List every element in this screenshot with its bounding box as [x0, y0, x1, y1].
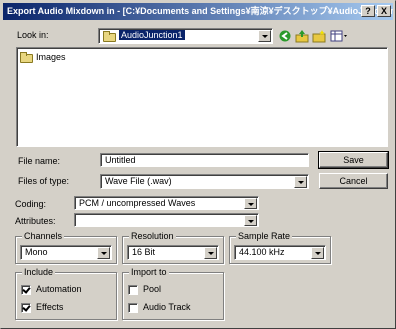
- title-bar: Export Audio Mixdown in - [C:¥Documents …: [3, 3, 393, 20]
- effects-label: Effects: [36, 302, 64, 312]
- chevron-down-icon[interactable]: [258, 30, 271, 42]
- include-group: Include Automation Effects: [15, 267, 117, 320]
- audio-track-label: Audio Track: [143, 302, 191, 312]
- back-icon[interactable]: [278, 29, 292, 43]
- chevron-down-icon[interactable]: [244, 198, 257, 209]
- save-button[interactable]: Save: [318, 151, 389, 169]
- import-to-title: Import to: [129, 267, 169, 277]
- file-name-value: Untitled: [105, 155, 136, 165]
- sample-rate-group: Sample Rate 44.100 kHz: [229, 231, 331, 264]
- window-title: Export Audio Mixdown in - [C:¥Documents …: [7, 6, 393, 16]
- resolution-value: 16 Bit: [132, 247, 156, 257]
- checkbox-checked-icon[interactable]: [21, 285, 31, 295]
- list-item-label: Images: [36, 52, 66, 62]
- coding-label: Coding:: [15, 199, 47, 209]
- export-dialog: Export Audio Mixdown in - [C:¥Documents …: [0, 0, 396, 329]
- channels-group: Channels Mono: [15, 231, 117, 264]
- automation-label: Automation: [36, 284, 82, 294]
- file-type-label: Files of type:: [18, 176, 70, 186]
- include-title: Include: [22, 267, 56, 277]
- chevron-down-icon[interactable]: [311, 247, 324, 259]
- checkbox-icon[interactable]: [128, 285, 138, 295]
- import-to-group: Import to Pool Audio Track: [122, 267, 224, 320]
- file-name-input[interactable]: Untitled: [100, 153, 309, 167]
- file-type-value: Wave File (.wav): [105, 176, 172, 186]
- chevron-down-icon[interactable]: [204, 247, 217, 259]
- view-menu-icon[interactable]: [330, 29, 348, 43]
- resolution-title: Resolution: [129, 231, 176, 241]
- look-in-label: Look in:: [17, 30, 49, 40]
- sample-rate-title: Sample Rate: [236, 231, 293, 241]
- automation-checkbox[interactable]: Automation: [21, 284, 111, 296]
- resolution-group: Resolution 16 Bit: [122, 231, 224, 264]
- chevron-down-icon[interactable]: [244, 215, 257, 226]
- resolution-dropdown[interactable]: 16 Bit: [127, 245, 219, 260]
- channels-title: Channels: [22, 231, 65, 241]
- look-in-dropdown[interactable]: AudioJunction1: [98, 28, 273, 44]
- checkbox-checked-icon[interactable]: [21, 303, 31, 313]
- folder-icon: [103, 31, 116, 42]
- coding-dropdown[interactable]: PCM / uncompressed Waves: [74, 196, 259, 210]
- channels-dropdown[interactable]: Mono: [20, 245, 112, 260]
- audio-track-checkbox[interactable]: Audio Track: [128, 302, 218, 314]
- look-in-value: AudioJunction1: [119, 30, 185, 40]
- coding-value: PCM / uncompressed Waves: [79, 198, 196, 208]
- help-button[interactable]: ?: [361, 5, 375, 17]
- attributes-label: Attributes:: [15, 216, 56, 226]
- effects-checkbox[interactable]: Effects: [21, 302, 111, 314]
- pool-label: Pool: [143, 284, 162, 294]
- file-name-label: File name:: [18, 156, 61, 166]
- cancel-button[interactable]: Cancel: [319, 173, 388, 189]
- channels-value: Mono: [25, 247, 48, 257]
- up-folder-icon[interactable]: [295, 29, 309, 43]
- folder-icon: [20, 52, 33, 63]
- sample-rate-dropdown[interactable]: 44.100 kHz: [234, 245, 326, 260]
- new-folder-icon[interactable]: [312, 29, 326, 43]
- close-button[interactable]: X: [377, 5, 391, 17]
- file-type-dropdown[interactable]: Wave File (.wav): [100, 174, 309, 189]
- chevron-down-icon[interactable]: [294, 176, 307, 188]
- file-list[interactable]: Images: [16, 47, 388, 147]
- chevron-down-icon[interactable]: [97, 247, 110, 259]
- checkbox-icon[interactable]: [128, 303, 138, 313]
- pool-checkbox[interactable]: Pool: [128, 284, 218, 296]
- attributes-dropdown[interactable]: [74, 213, 259, 227]
- sample-rate-value: 44.100 kHz: [239, 247, 285, 257]
